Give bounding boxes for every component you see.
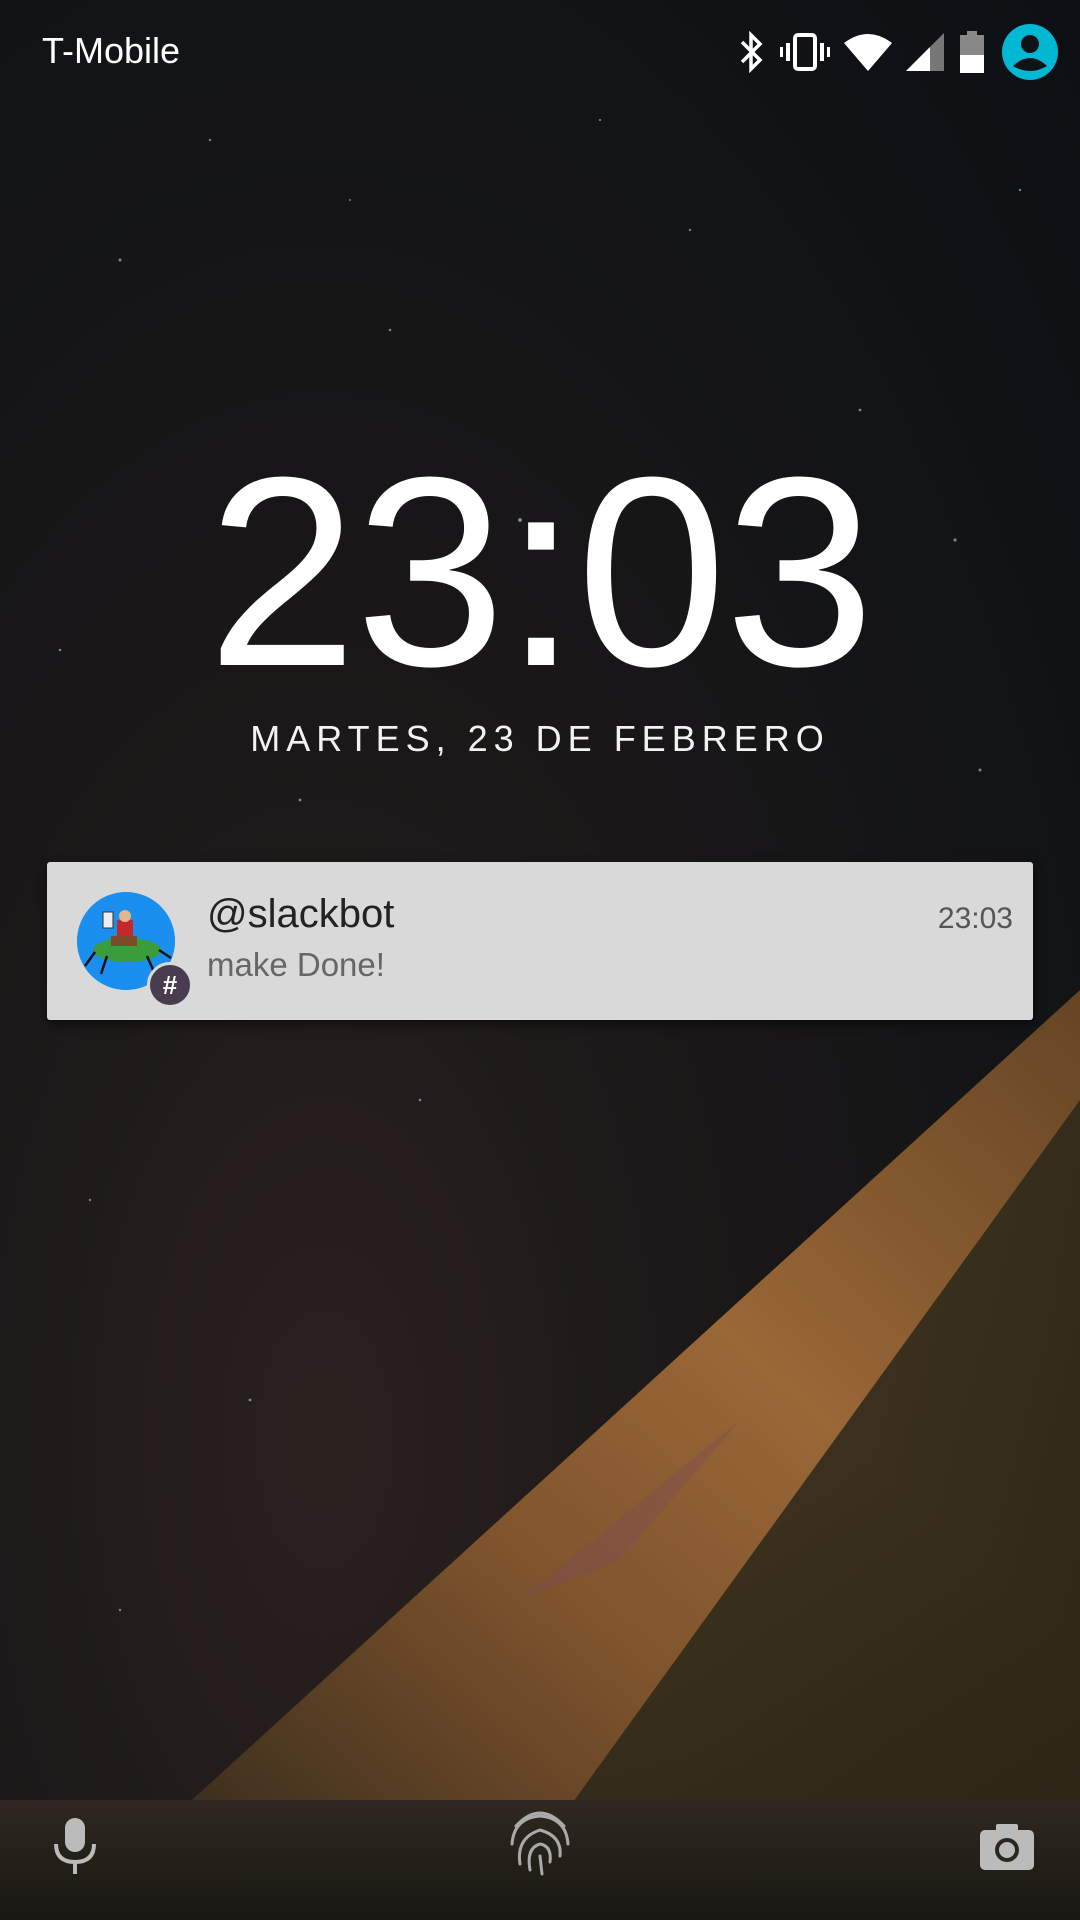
wifi-icon	[844, 33, 892, 71]
notification-title: @slackbot	[207, 892, 395, 936]
signal-icon	[906, 33, 944, 71]
notification-time: 23:03	[937, 902, 1013, 935]
camera-icon[interactable]	[980, 1822, 1034, 1875]
status-icons	[736, 22, 1060, 82]
slack-badge-icon: #	[147, 962, 193, 1008]
status-bar: T-Mobile	[0, 0, 1080, 110]
user-icon[interactable]	[1000, 22, 1060, 82]
microphone-icon[interactable]	[50, 1816, 100, 1881]
notification-body: make Done!	[207, 946, 385, 983]
lock-date: MARTES, 23 DE FEBRERO	[250, 718, 830, 759]
bluetooth-icon	[736, 31, 766, 73]
battery-icon	[958, 31, 986, 73]
carrier-label: T-Mobile	[42, 30, 181, 71]
vibrate-icon	[780, 31, 830, 73]
fingerprint-icon[interactable]	[508, 1804, 572, 1883]
lock-clock: 23:03	[207, 422, 875, 723]
notification-card[interactable]: # @slackbot make Done! 23:03	[47, 862, 1033, 1020]
